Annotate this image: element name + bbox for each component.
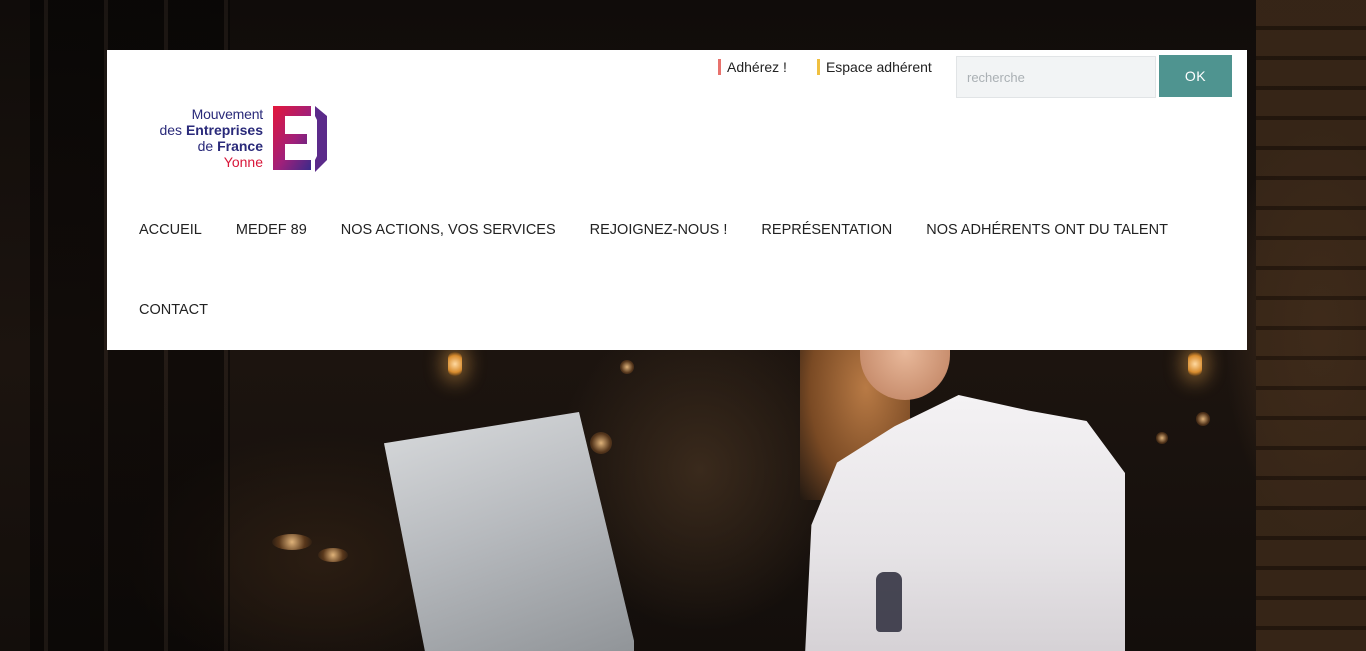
nav-item-representation[interactable]: REPRÉSENTATION [761, 200, 926, 280]
bokeh-light [318, 548, 348, 562]
nav-item-contact[interactable]: CONTACT [139, 280, 242, 360]
adherez-link-label: Adhérez ! [727, 59, 787, 75]
medef-e-mark-icon [273, 106, 327, 172]
espace-adherent-accent-bar [816, 59, 820, 75]
site-header: Mouvement des Entreprises de France Yonn… [107, 50, 1247, 350]
logo-line-4: Yonne [223, 154, 263, 170]
main-navigation: ACCUEIL MEDEF 89 NOS ACTIONS, VOS SERVIC… [139, 200, 1219, 360]
bokeh-light [590, 432, 612, 454]
bokeh-light [620, 360, 634, 374]
search-input[interactable] [956, 56, 1156, 98]
top-links: Adhérez ! Espace adhérent [718, 59, 932, 75]
nav-item-accueil[interactable]: ACCUEIL [139, 200, 236, 280]
espace-adherent-link-label: Espace adhérent [825, 59, 932, 75]
shirt-print [876, 572, 902, 632]
bokeh-light [1196, 412, 1210, 426]
logo-wordmark: Mouvement des Entreprises de France Yonn… [143, 106, 263, 170]
bokeh-light [272, 534, 312, 550]
logo-line-3: de France [197, 138, 263, 154]
search-ok-button[interactable]: OK [1159, 55, 1232, 97]
medef-yonne-logo[interactable]: Mouvement des Entreprises de France Yonn… [143, 106, 343, 176]
espace-adherent-link[interactable]: Espace adhérent [816, 59, 932, 75]
wood-wall-decoration [1256, 0, 1366, 651]
bokeh-light [1156, 432, 1168, 444]
logo-line-1: Mouvement [191, 106, 264, 122]
nav-item-rejoignez-nous[interactable]: REJOIGNEZ-NOUS ! [590, 200, 762, 280]
logo-line-2: des Entreprises [159, 122, 263, 138]
nav-item-nos-adherents[interactable]: NOS ADHÉRENTS ONT DU TALENT [926, 200, 1202, 280]
adherez-accent-bar [718, 59, 721, 75]
adherez-link[interactable]: Adhérez ! [718, 59, 787, 75]
nav-item-nos-actions[interactable]: NOS ACTIONS, VOS SERVICES [341, 200, 590, 280]
nav-item-medef-89[interactable]: MEDEF 89 [236, 200, 341, 280]
